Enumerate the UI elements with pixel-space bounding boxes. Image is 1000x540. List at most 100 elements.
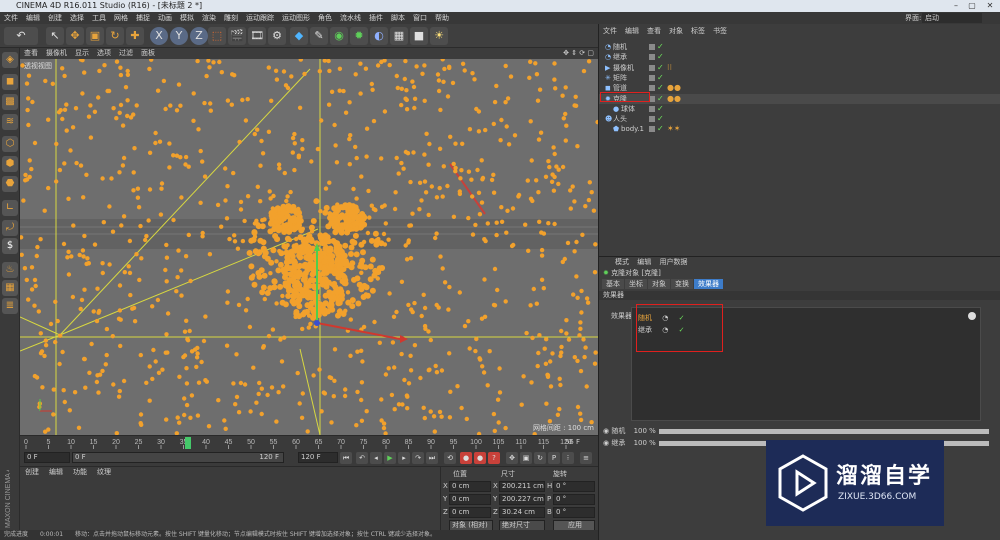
- coords-icon[interactable]: ⬚: [208, 27, 226, 45]
- object-row[interactable]: ● 球体 ✓: [599, 104, 1000, 114]
- model-mode-icon[interactable]: ◼: [2, 74, 18, 90]
- enabled-check-icon[interactable]: ✓: [657, 83, 664, 93]
- visibility-toggle[interactable]: [649, 116, 655, 123]
- playhead[interactable]: [185, 437, 191, 449]
- key-pla-icon[interactable]: ⁝: [562, 452, 574, 464]
- visibility-toggle[interactable]: [649, 74, 655, 81]
- object-tags[interactable]: ⁝⁝: [667, 63, 672, 73]
- rot-b-field[interactable]: 0 °: [553, 507, 595, 518]
- attr-menu-item[interactable]: 用户数据: [659, 258, 687, 266]
- enabled-check-icon[interactable]: ✓: [657, 73, 664, 83]
- slider-value[interactable]: 100 %: [634, 427, 656, 435]
- perspective-viewport[interactable]: 透视视图 网格间距 : 100 cm: [20, 59, 598, 435]
- sculpt-icon[interactable]: ♨: [2, 262, 18, 278]
- enabled-check-icon[interactable]: ✓: [657, 52, 664, 62]
- viewport-menu-item[interactable]: 查看: [20, 48, 42, 59]
- menu-item[interactable]: 插件: [365, 12, 387, 24]
- edges-mode-icon[interactable]: ⬢: [2, 156, 18, 172]
- menu-item[interactable]: 选择: [66, 12, 88, 24]
- go-end-icon[interactable]: ⏭: [426, 452, 438, 464]
- viewport-menu-item[interactable]: 面板: [137, 48, 159, 59]
- close-button[interactable]: ✕: [982, 0, 998, 12]
- viewport-nav-icons[interactable]: ✥ ⇕ ⟳ ▢: [563, 48, 594, 59]
- timeline-menu-icon[interactable]: ≡: [580, 452, 592, 464]
- cloner-icon[interactable]: ✹: [350, 27, 368, 45]
- object-row[interactable]: ◔ 随机 ✓: [599, 42, 1000, 52]
- enabled-check-icon[interactable]: ✓: [657, 114, 664, 124]
- key-param-icon[interactable]: P: [548, 452, 560, 464]
- slider-radio-icon[interactable]: ◉: [603, 427, 609, 435]
- scale-icon[interactable]: ▣: [86, 27, 104, 45]
- play-icon[interactable]: ▶: [384, 452, 396, 464]
- prev-frame-icon[interactable]: ◂: [370, 452, 382, 464]
- record-icon[interactable]: ●: [460, 452, 472, 464]
- scene-icon[interactable]: ▦: [390, 27, 408, 45]
- object-row[interactable]: ☻ 人头 ✓: [599, 114, 1000, 124]
- enabled-check-icon[interactable]: ✓: [657, 42, 664, 52]
- material-menu-item[interactable]: 编辑: [44, 467, 68, 478]
- camera-icon[interactable]: ■: [410, 27, 428, 45]
- visibility-toggle[interactable]: [649, 64, 655, 71]
- rot-p-field[interactable]: 0 °: [553, 494, 595, 505]
- menu-item[interactable]: 雕刻: [220, 12, 242, 24]
- snap-icon[interactable]: $: [2, 238, 18, 254]
- size-z-field[interactable]: 30.24 cm: [499, 507, 545, 518]
- pos-y-field[interactable]: 0 cm: [449, 494, 491, 505]
- slider-radio-icon[interactable]: ◉: [603, 439, 609, 447]
- next-key-icon[interactable]: ↷: [412, 452, 424, 464]
- viewport-canvas[interactable]: [20, 59, 598, 435]
- key-rotate-icon[interactable]: ↻: [534, 452, 546, 464]
- texture-mode-icon[interactable]: ▩: [2, 94, 18, 110]
- axis-mode-icon[interactable]: ∟: [2, 200, 18, 216]
- material-menu-item[interactable]: 功能: [68, 467, 92, 478]
- x-axis-icon[interactable]: X: [150, 27, 168, 45]
- menu-item[interactable]: 窗口: [409, 12, 431, 24]
- layout-select[interactable]: 启动: [922, 13, 982, 23]
- render-region-icon[interactable]: 🎬: [228, 27, 246, 45]
- menu-item[interactable]: 文件: [0, 12, 22, 24]
- z-axis-icon[interactable]: Z: [190, 27, 208, 45]
- viewport-menu-item[interactable]: 选项: [93, 48, 115, 59]
- loop-icon[interactable]: ⟲: [444, 452, 456, 464]
- start-frame-field[interactable]: 0 F: [24, 452, 70, 463]
- tab-effectors[interactable]: 效果器: [694, 279, 723, 289]
- gizmo-center[interactable]: [314, 320, 320, 326]
- subdivision-icon[interactable]: ◉: [330, 27, 348, 45]
- enabled-check-icon[interactable]: ✓: [657, 94, 664, 104]
- menu-item[interactable]: 工具: [88, 12, 110, 24]
- object-menu-item[interactable]: 查看: [643, 24, 665, 38]
- object-tags[interactable]: ✶✶: [667, 124, 680, 134]
- pos-z-field[interactable]: 0 cm: [449, 507, 491, 518]
- tab-basic[interactable]: 基本: [602, 279, 624, 289]
- visibility-toggle[interactable]: [649, 105, 655, 112]
- visibility-toggle[interactable]: [649, 85, 655, 92]
- deformer-icon[interactable]: ◐: [370, 27, 388, 45]
- menu-item[interactable]: 流水线: [336, 12, 365, 24]
- move-icon[interactable]: ✥: [66, 27, 84, 45]
- undo-icon[interactable]: ↶: [4, 27, 38, 45]
- viewport-menu-item[interactable]: 过滤: [115, 48, 137, 59]
- enabled-check-icon[interactable]: ✓: [657, 104, 664, 114]
- viewport-menu-item[interactable]: 摄像机: [42, 48, 71, 59]
- frame-range-slider[interactable]: 0 F 120 F: [72, 452, 284, 463]
- menu-item[interactable]: 渲染: [198, 12, 220, 24]
- size-x-field[interactable]: 200.211 cm: [499, 481, 545, 492]
- menu-item[interactable]: 网格: [110, 12, 132, 24]
- end-frame-field[interactable]: 120 F: [298, 452, 338, 463]
- menu-item[interactable]: 捕捉: [132, 12, 154, 24]
- key-move-icon[interactable]: ✥: [506, 452, 518, 464]
- rotate-icon[interactable]: ↻: [106, 27, 124, 45]
- points-mode-icon[interactable]: ⬡: [2, 136, 18, 152]
- slider-value[interactable]: 100 %: [634, 439, 656, 447]
- render-view-icon[interactable]: 🎞: [248, 27, 266, 45]
- prev-key-icon[interactable]: ↶: [356, 452, 368, 464]
- make-editable-icon[interactable]: ◈: [2, 52, 18, 68]
- list-options-icon[interactable]: [968, 312, 976, 320]
- viewport-menu-item[interactable]: 显示: [71, 48, 93, 59]
- tab-transform[interactable]: 变换: [671, 279, 693, 289]
- y-axis-icon[interactable]: Y: [170, 27, 188, 45]
- menu-item[interactable]: 脚本: [387, 12, 409, 24]
- menu-item[interactable]: 创建: [44, 12, 66, 24]
- timeline-ruler[interactable]: 0 5 10 15 20 25 30 35 40 45 50 55 60 65 70 75 80 85 90 95 10…: [20, 435, 598, 450]
- pen-icon[interactable]: ✎: [310, 27, 328, 45]
